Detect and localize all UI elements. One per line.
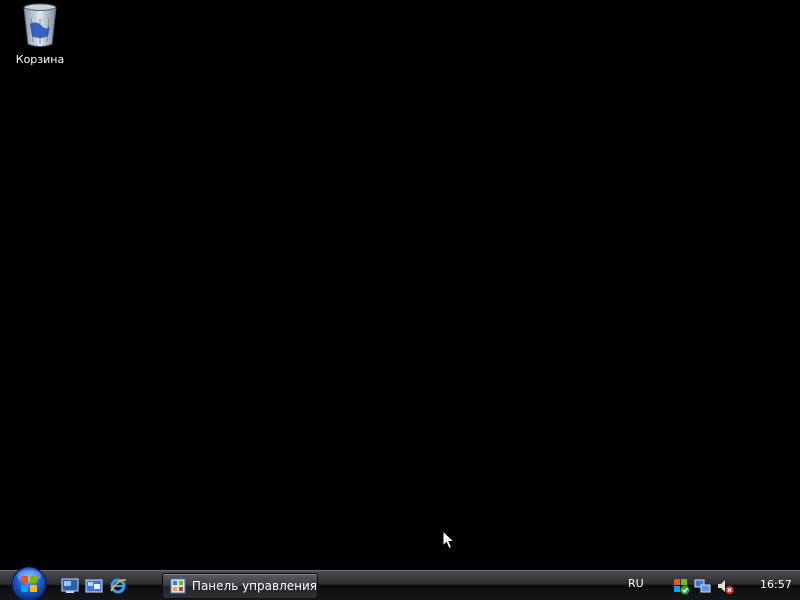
show-desktop-button[interactable] — [60, 576, 80, 596]
switch-windows-button[interactable] — [84, 576, 104, 596]
windows-security-icon[interactable] — [672, 577, 690, 595]
taskbar-button-control-panel[interactable]: Панель управления — [162, 573, 318, 599]
taskbar-button-label: Панель управления — [191, 579, 317, 593]
language-indicator[interactable]: RU — [628, 577, 644, 590]
desktop-icon-label: Корзина — [15, 53, 65, 66]
volume-muted-icon[interactable] — [716, 577, 734, 595]
taskbar: Панель управления RU 16:57 — [0, 566, 800, 600]
switch-windows-icon — [85, 579, 103, 593]
start-button[interactable] — [8, 565, 50, 600]
windows-start-orb-icon — [11, 566, 47, 600]
system-tray — [672, 575, 734, 597]
control-panel-icon — [170, 578, 186, 594]
network-icon[interactable] — [694, 577, 712, 595]
recycle-bin-icon — [20, 2, 60, 50]
desktop[interactable]: Корзина — [0, 0, 800, 570]
desktop-icon-recycle-bin[interactable]: Корзина — [8, 2, 72, 66]
internet-explorer-button[interactable] — [108, 576, 128, 596]
quick-launch — [60, 575, 128, 597]
show-desktop-icon — [61, 578, 79, 593]
internet-explorer-icon — [110, 578, 127, 594]
mouse-pointer-icon — [442, 529, 456, 550]
clock[interactable]: 16:57 — [760, 578, 792, 591]
